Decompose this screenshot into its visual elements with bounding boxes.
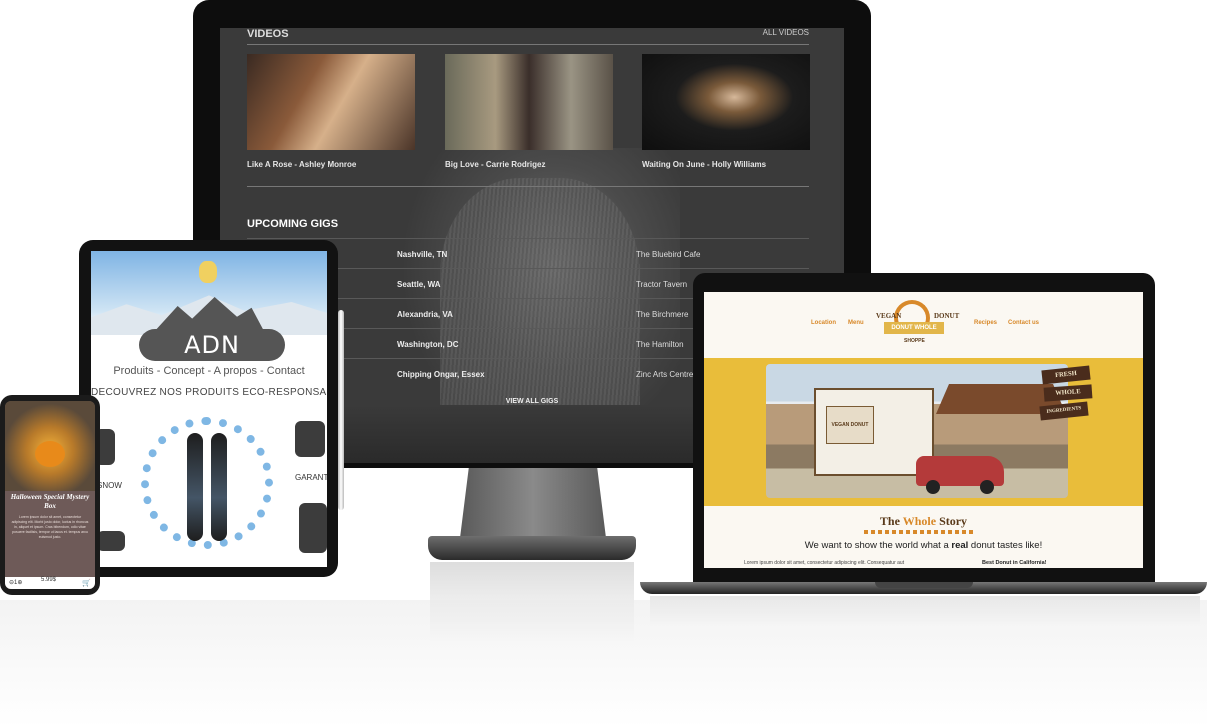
video-title[interactable]: Waiting On June - Holly Williams	[642, 160, 810, 169]
lorem-text: Lorem ipsum dolor sit amet, consectetur …	[744, 560, 905, 566]
snowboarder-image	[199, 261, 217, 283]
logo-ribbon: DONUT WHOLE	[884, 322, 944, 334]
story-word: Whole	[902, 514, 937, 528]
gig-city: Washington, DC	[397, 340, 459, 349]
monitor-stand-neck	[460, 468, 606, 538]
videos-heading: VIDEOS	[247, 28, 289, 40]
video-card[interactable]: Waiting On June - Holly Williams	[642, 54, 810, 169]
gig-city: Seattle, WA	[397, 280, 441, 289]
shop-sign: VEGAN DONUT	[826, 406, 874, 444]
product-description: Lorem ipsum dolor sit amet, consectetur …	[11, 515, 89, 539]
laptop-notch	[875, 582, 973, 588]
snowflake-ring-icon	[141, 417, 273, 549]
quantity-value: 1	[14, 580, 18, 586]
gig-city: Alexandria, VA	[397, 310, 453, 319]
binding-image	[97, 531, 125, 551]
tagline: We want to show the world what a real do…	[704, 540, 1143, 551]
nav-contact-us[interactable]: Contact us	[1008, 320, 1039, 326]
video-thumbnail[interactable]	[445, 54, 613, 150]
nav-recipes[interactable]: Recipes	[974, 320, 997, 326]
gig-city: Chipping Ongar, Essex	[397, 370, 485, 379]
quantity-stepper[interactable]: ⊖1⊕	[9, 579, 22, 586]
snowboard-image[interactable]	[187, 433, 203, 541]
backpack-image	[299, 503, 327, 553]
video-title[interactable]: Big Love - Carrie Rodrigez	[445, 160, 613, 169]
gig-venue: The Birchmere	[636, 310, 689, 319]
decorative-squiggle	[864, 530, 974, 534]
truck-wheel	[926, 480, 940, 494]
whole-story-heading: The Whole Story	[704, 514, 1143, 529]
truck-wheel	[980, 480, 994, 494]
snowboard-image[interactable]	[211, 433, 227, 541]
logo-vegan: VEGAN	[876, 312, 902, 320]
story-prefix: The	[879, 514, 903, 528]
video-card[interactable]: Like A Rose - Ashley Monroe	[247, 54, 415, 169]
divider	[247, 186, 809, 187]
videos-header: VIDEOS ALL VIDEOS	[247, 28, 809, 44]
logo-donut: DONUT	[934, 312, 960, 320]
mystery-box-screen: Halloween Special Mystery Box Lorem ipsu…	[5, 401, 95, 589]
tagline-bold: real	[951, 540, 969, 551]
gig-venue: Tractor Tavern	[636, 280, 688, 289]
video-title[interactable]: Like A Rose - Ashley Monroe	[247, 160, 415, 169]
adn-logo[interactable]: ADN	[139, 329, 285, 361]
all-videos-link[interactable]: ALL VIDEOS	[763, 28, 809, 37]
gig-city: Nashville, TN	[397, 250, 448, 259]
cart-icon[interactable]: 🛒	[82, 579, 91, 587]
best-donut-text: Best Donut in California!	[982, 560, 1047, 566]
tagline-post: donut tastes like!	[968, 540, 1043, 551]
video-thumbnail[interactable]	[642, 54, 810, 150]
side-label-snow: SNOW	[97, 481, 122, 490]
gig-venue: The Hamilton	[636, 340, 684, 349]
upcoming-gigs-heading: UPCOMING GIGS	[247, 218, 339, 230]
gig-venue: The Bluebird Cafe	[636, 250, 701, 259]
gig-venue: Zinc Arts Centre	[636, 370, 694, 379]
adn-site-screen: ADN Produits - Concept - A propos - Cont…	[91, 251, 327, 567]
product-title: Halloween Special Mystery Box	[10, 493, 90, 510]
shop-sign-text: VEGAN DONUT	[831, 422, 869, 428]
donut-site-screen: Location Menu Recipes Contact us VEGAN D…	[704, 292, 1143, 568]
logo-shoppe: SHOPPE	[904, 338, 925, 344]
bag-image	[295, 421, 325, 457]
nav-location[interactable]: Location	[811, 320, 836, 326]
hero-banner: VEGAN DONUT FRESH WHOLE INGREDIENTS	[704, 358, 1143, 506]
video-card[interactable]: Big Love - Carrie Rodrigez	[445, 54, 613, 169]
banner-whole: WHOLE	[1043, 384, 1093, 402]
monitor-stand-base	[428, 536, 636, 560]
divider	[247, 44, 809, 45]
story-suffix: Story	[936, 514, 968, 528]
shop-photo: VEGAN DONUT	[766, 364, 1068, 498]
nav-menu[interactable]: Menu	[848, 320, 864, 326]
side-label-garanti: GARANTI	[295, 473, 327, 482]
adn-nav-menu[interactable]: Produits - Concept - A propos - Contact	[91, 365, 327, 377]
floor-reflection	[0, 600, 1207, 728]
pumpkin-icon	[35, 441, 65, 467]
tagline-pre: We want to show the world what a	[804, 540, 952, 551]
video-thumbnail[interactable]	[247, 54, 415, 150]
product-price: 5.99$	[41, 577, 57, 583]
adn-subtitle: DECOUVREZ NOS PRODUITS ECO-RESPONSABLES	[91, 387, 327, 398]
stylus-pencil	[338, 310, 344, 510]
